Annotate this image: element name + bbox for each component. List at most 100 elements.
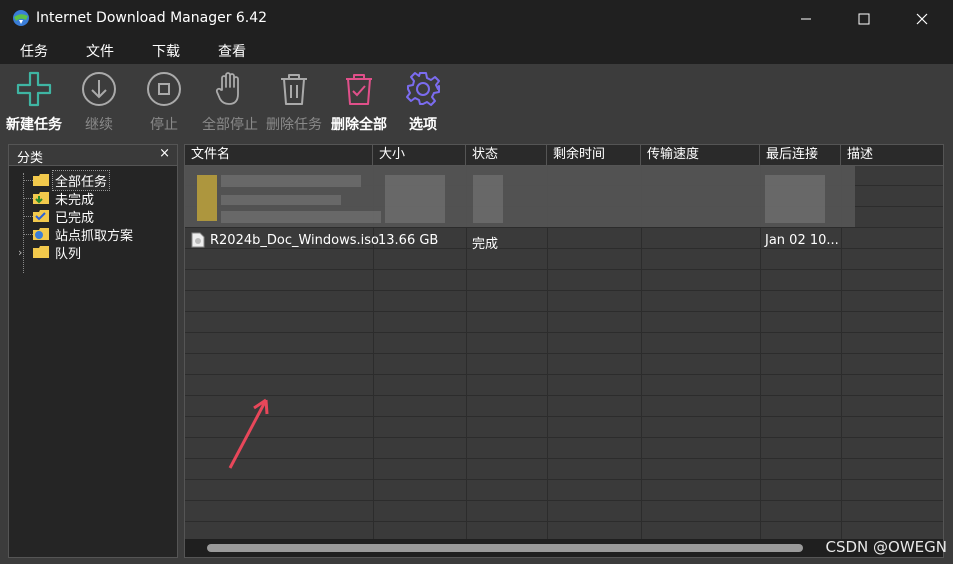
table-row[interactable] [185, 291, 943, 312]
category-panel: 分类 × 全部任务 未完成 已完成 站点抓取方案 › 队列 [8, 144, 178, 558]
new-task-label: 新建任务 [6, 117, 62, 133]
menu-view[interactable]: 查看 [218, 41, 246, 61]
table-row[interactable] [185, 396, 943, 417]
table-row[interactable] [185, 375, 943, 396]
stop-all-label: 全部停止 [202, 117, 258, 133]
trash-icon [281, 74, 307, 105]
tree-branch [23, 180, 33, 181]
options-label: 选项 [409, 117, 437, 133]
maximize-button[interactable] [835, 0, 893, 38]
blurred-text [765, 175, 825, 223]
column-filename[interactable]: 文件名 [185, 145, 373, 165]
folder-incomplete-icon [33, 192, 49, 204]
menu-tasks[interactable]: 任务 [20, 41, 48, 61]
options-button[interactable]: 选项 [398, 64, 448, 140]
blurred-text [221, 195, 341, 205]
menu-download[interactable]: 下载 [152, 41, 180, 61]
column-description[interactable]: 描述 [841, 145, 943, 165]
menu-bar: 任务 文件 下载 查看 [0, 38, 953, 64]
table-row[interactable] [185, 354, 943, 375]
column-status[interactable]: 状态 [466, 145, 547, 165]
column-time-left[interactable]: 剩余时间 [547, 145, 641, 165]
category-label: 未完成 [55, 192, 95, 208]
trash-check-icon [346, 74, 372, 105]
resume-button[interactable]: 继续 [74, 64, 124, 140]
idm-logo-icon [13, 10, 29, 26]
delete-task-button[interactable]: 删除任务 [262, 64, 326, 140]
watermark-text: CSDN @OWEGN [825, 538, 948, 556]
folder-icon [33, 174, 49, 186]
tree-branch [23, 198, 33, 199]
menu-file[interactable]: 文件 [86, 41, 114, 61]
category-label: 已完成 [55, 210, 95, 226]
toolbar: 新建任务 继续 停止 全部停止 删除任务 删除全部 选项 [0, 64, 953, 140]
blurred-text [385, 175, 445, 223]
tree-branch [23, 216, 33, 217]
row-status: 完成 [472, 237, 499, 252]
column-header-row: 文件名 大小 状态 剩余时间 传输速度 最后连接 描述 [185, 145, 943, 166]
row-filename: R2024b_Doc_Windows.iso [210, 233, 379, 248]
category-queues[interactable]: 队列 [33, 243, 83, 262]
new-task-button[interactable]: 新建任务 [2, 64, 66, 140]
folder-icon [33, 246, 49, 258]
scrollbar-thumb[interactable] [207, 544, 803, 552]
category-all-tasks[interactable]: 全部任务 [33, 169, 111, 191]
close-icon [916, 13, 928, 25]
category-completed[interactable]: 已完成 [33, 207, 96, 226]
table-row[interactable] [185, 417, 943, 438]
folder-completed-icon [33, 210, 49, 222]
hand-stop-icon [215, 72, 239, 105]
stop-all-button[interactable]: 全部停止 [198, 64, 262, 140]
blurred-text [473, 175, 503, 223]
category-site-grabber[interactable]: 站点抓取方案 [33, 225, 135, 244]
table-row[interactable] [185, 459, 943, 480]
folder-site-grabber-icon [33, 228, 49, 240]
download-list: 文件名 大小 状态 剩余时间 传输速度 最后连接 描述 R2024b_Doc_W… [184, 144, 944, 558]
resume-label: 继续 [85, 117, 113, 133]
table-row[interactable] [185, 312, 943, 333]
stop-label: 停止 [150, 117, 178, 133]
stop-button[interactable]: 停止 [139, 64, 189, 140]
delete-all-label: 删除全部 [331, 117, 387, 133]
category-label: 站点抓取方案 [55, 228, 134, 244]
close-button[interactable] [893, 0, 951, 38]
table-row[interactable] [185, 501, 943, 522]
minimize-button[interactable] [777, 0, 835, 38]
category-incomplete[interactable]: 未完成 [33, 189, 96, 208]
delete-task-label: 删除任务 [266, 117, 322, 133]
table-row[interactable] [185, 480, 943, 501]
tree-connector [23, 173, 24, 273]
stop-icon [147, 72, 181, 106]
category-header: 分类 × [9, 145, 177, 166]
delete-all-button[interactable]: 删除全部 [326, 64, 392, 140]
category-label: 全部任务 [51, 169, 111, 191]
app-window: Internet Download Manager 6.42 任务 文件 下载 … [0, 0, 953, 564]
plus-icon [16, 71, 52, 107]
category-close-button[interactable]: × [159, 146, 170, 161]
maximize-icon [858, 13, 870, 25]
download-arrow-icon [82, 72, 116, 106]
blurred-text [221, 211, 381, 223]
window-title: Internet Download Manager 6.42 [36, 10, 268, 26]
category-title: 分类 [17, 151, 44, 166]
table-row[interactable] [185, 249, 943, 270]
column-size[interactable]: 大小 [373, 145, 466, 165]
iso-file-icon [191, 232, 207, 248]
red-arrow-annotation [228, 398, 269, 469]
title-bar: Internet Download Manager 6.42 [0, 0, 953, 38]
table-row[interactable] [185, 270, 943, 291]
column-last-try[interactable]: 最后连接 [760, 145, 841, 165]
gear-icon [406, 72, 440, 106]
minimize-icon [801, 18, 811, 20]
row-last-try: Jan 02 10... [765, 233, 839, 248]
content-area: 分类 × 全部任务 未完成 已完成 站点抓取方案 › 队列 文件名 大小 状态 … [0, 140, 953, 564]
blurred-text [221, 175, 361, 187]
column-transfer-rate[interactable]: 传输速度 [641, 145, 760, 165]
tree-branch [23, 234, 33, 235]
table-row[interactable] [185, 333, 943, 354]
blurred-icons [197, 175, 217, 221]
chevron-right-icon[interactable]: › [18, 246, 22, 259]
category-label: 队列 [55, 246, 82, 262]
table-row[interactable] [185, 438, 943, 459]
row-size: 13.66 GB [378, 233, 439, 248]
